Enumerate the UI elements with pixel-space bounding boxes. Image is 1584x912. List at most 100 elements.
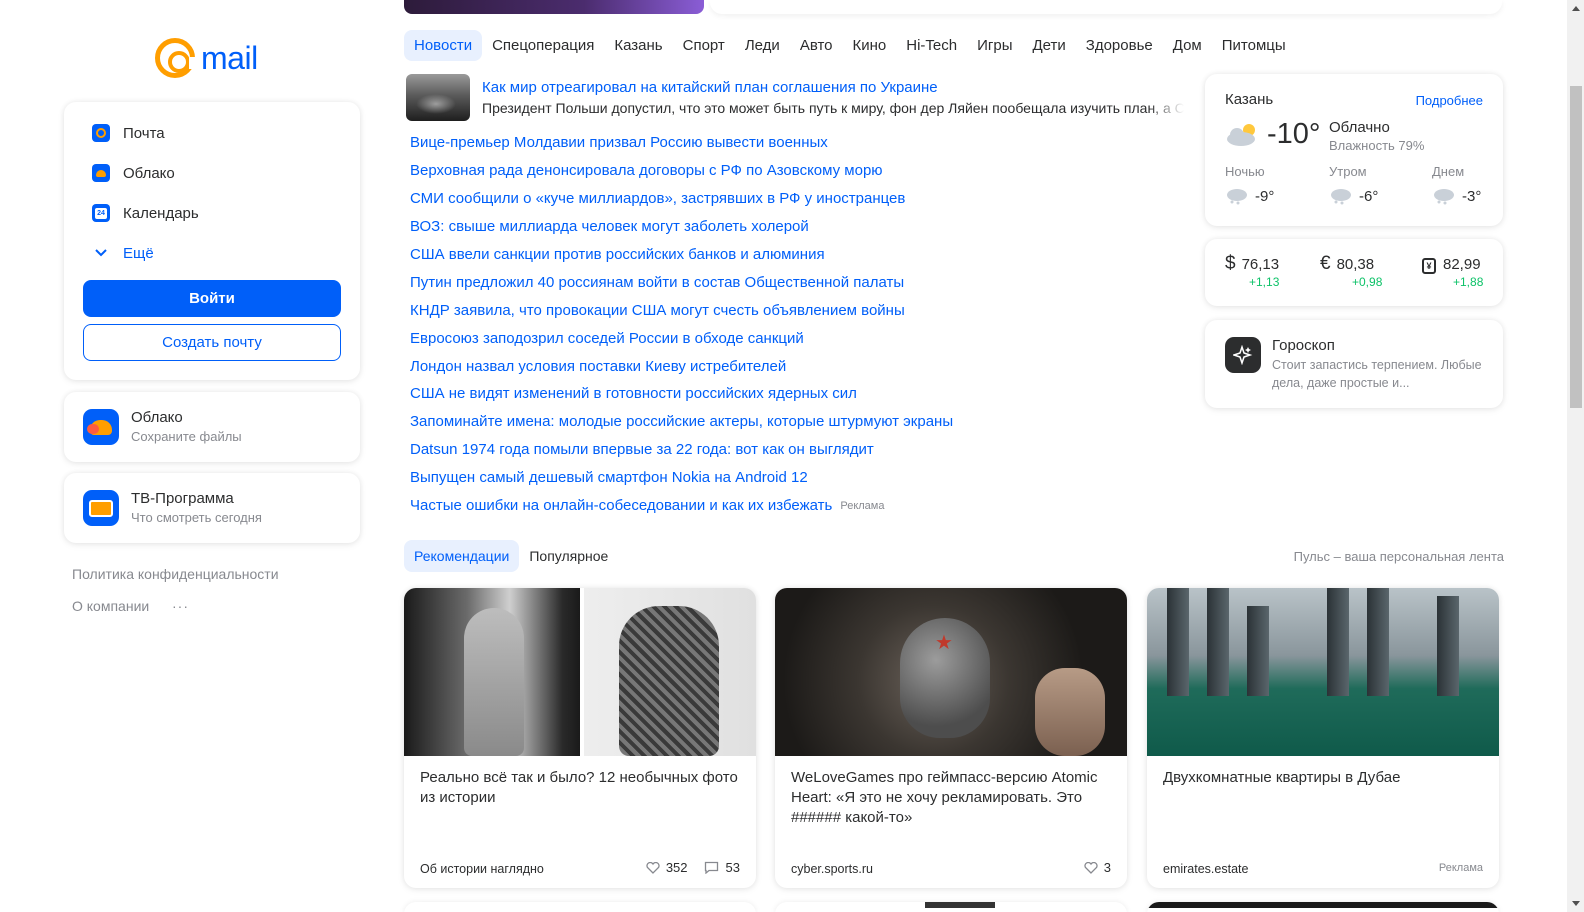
weather-night-label: Ночью [1225, 164, 1265, 179]
currency-usd-value: 76,13 [1241, 256, 1280, 273]
news-item[interactable]: ВОЗ: свыше миллиарда человек могут забол… [410, 213, 953, 241]
lead-news-title[interactable]: Как мир отреагировал на китайский план с… [482, 79, 938, 96]
tab-sport[interactable]: Спорт [673, 30, 735, 61]
feed-card-next[interactable] [775, 902, 1127, 912]
tv-icon [83, 490, 119, 526]
cloud-icon [92, 164, 110, 182]
weather-morning-label: Утром [1329, 164, 1367, 179]
currency-usd: $ 76,13 [1225, 253, 1279, 275]
tab-hitech[interactable]: Hi-Tech [896, 30, 967, 61]
news-item[interactable]: Лондон назвал условия поставки Киеву ист… [410, 352, 953, 380]
weather-temp: -10° [1267, 118, 1321, 150]
lead-news-image[interactable] [406, 74, 470, 121]
feed-tabs: Рекомендации Популярное [404, 540, 618, 572]
feed-card-source[interactable]: emirates.estate [1163, 862, 1248, 876]
service-cloud[interactable]: Облако [92, 164, 175, 182]
currency-eur-value: 80,38 [1336, 256, 1375, 273]
news-list: Вице-премьер Молдавии призвал Россию выв… [410, 129, 953, 519]
yuan-icon: ¥ [1422, 258, 1436, 274]
promo-cloud[interactable]: Облако Сохраните файлы [64, 392, 360, 462]
more-dots-icon[interactable]: ··· [172, 598, 189, 614]
heart-icon[interactable] [1084, 861, 1098, 874]
likes-count: 352 [665, 860, 688, 875]
mail-logo[interactable]: mail [155, 38, 258, 78]
currency-widget[interactable]: $ 76,13 +1,13 € 80,38 +0,98 ¥ 82,99 +1,8… [1205, 239, 1503, 306]
feed-card-next[interactable] [404, 902, 756, 912]
scrollbar-thumb[interactable] [1570, 86, 1582, 408]
feed-card-image [404, 588, 756, 756]
news-item[interactable]: Евросоюз заподозрил соседей России в обх… [410, 324, 953, 352]
feed-card[interactable]: ★ WeLoveGames про геймпасс-версию Atomic… [775, 588, 1127, 888]
weather-more-link[interactable]: Подробнее [1416, 93, 1483, 108]
weather-widget[interactable]: Казань Подробнее -10° Облачно Влажность … [1205, 74, 1503, 226]
service-more[interactable]: Ещё [92, 244, 154, 262]
news-item-ad[interactable]: Частые ошибки на онлайн-собеседовании и … [410, 492, 953, 520]
privacy-policy-link[interactable]: Политика конфиденциальности [72, 566, 279, 582]
tab-health[interactable]: Здоровье [1076, 30, 1163, 61]
pulse-link[interactable]: Пульс – ваша персональная лента [1294, 549, 1504, 564]
weather-city: Казань [1225, 91, 1274, 108]
tab-special-operation[interactable]: Спецоперация [482, 30, 604, 61]
news-item[interactable]: Выпущен самый дешевый смартфон Nokia на … [410, 464, 953, 492]
news-tabs: Новости Спецоперация Казань Спорт Леди А… [404, 30, 1296, 61]
feed-card-source[interactable]: Об истории наглядно [420, 862, 544, 876]
tab-popular[interactable]: Популярное [519, 540, 618, 572]
news-item[interactable]: США не видят изменений в готовности росс… [410, 380, 953, 408]
heart-icon[interactable] [646, 861, 660, 874]
horoscope-widget[interactable]: Гороскоп Стоит запастись терпением. Любы… [1205, 320, 1503, 408]
feed-card-title: WeLoveGames про геймпасс-версию Atomic H… [791, 769, 1098, 826]
feed-card-source[interactable]: cyber.sports.ru [791, 862, 873, 876]
sparkle-icon [1225, 337, 1261, 373]
tab-lady[interactable]: Леди [735, 30, 790, 61]
about-company-link[interactable]: О компании [72, 598, 149, 614]
currency-cny-value: 82,99 [1443, 256, 1481, 273]
service-mail[interactable]: Почта [92, 124, 165, 142]
scroll-up-arrow-icon[interactable] [1572, 6, 1580, 11]
likes-count: 3 [1103, 860, 1111, 875]
weather-morning: -6° [1329, 187, 1378, 205]
tab-kids[interactable]: Дети [1023, 30, 1076, 61]
tab-news[interactable]: Новости [404, 30, 483, 61]
service-calendar[interactable]: 24 Календарь [92, 204, 199, 222]
lead-news-subtitle[interactable]: Президент Польши допустил, что это может… [482, 100, 1184, 116]
weather-condition: Облачно [1329, 119, 1390, 136]
feed-card-ad[interactable]: Двухкомнатные квартиры в Дубае emirates.… [1147, 588, 1499, 888]
tab-home[interactable]: Дом [1163, 30, 1212, 61]
currency-eur: € 80,38 [1320, 253, 1374, 275]
news-item[interactable]: США ввели санкции против российских банк… [410, 241, 953, 269]
promo-tv[interactable]: ТВ-Программа Что смотреть сегодня [64, 473, 360, 543]
tab-kazan[interactable]: Казань [604, 30, 672, 61]
news-item[interactable]: Вице-премьер Молдавии призвал Россию выв… [410, 129, 953, 157]
weather-night: -9° [1225, 187, 1274, 205]
login-button[interactable]: Войти [83, 280, 341, 317]
news-item[interactable]: Путин предложил 40 россиянам войти в сос… [410, 268, 953, 296]
horoscope-title: Гороскоп [1272, 337, 1335, 354]
ad-news-title[interactable]: Частые ошибки на онлайн-собеседовании и … [410, 497, 832, 514]
currency-usd-delta: +1,13 [1249, 275, 1280, 289]
weather-humidity: Влажность 79% [1329, 138, 1425, 153]
services-card: Почта Облако 24 Календарь Ещё Войти Созд… [64, 102, 360, 380]
scrollbar[interactable] [1567, 0, 1584, 912]
tab-kino[interactable]: Кино [843, 30, 897, 61]
feed-card-meta: 352 53 [646, 860, 740, 875]
news-item[interactable]: Datsun 1974 года помыли впервые за 22 го… [410, 436, 953, 464]
tab-auto[interactable]: Авто [790, 30, 843, 61]
feed-card-title: Реально всё так и было? 12 необычных фот… [420, 769, 738, 806]
tab-games[interactable]: Игры [967, 30, 1022, 61]
scroll-down-arrow-icon[interactable] [1572, 901, 1580, 906]
currency-cny-delta: +1,88 [1453, 275, 1484, 289]
comments-count: 53 [725, 860, 740, 875]
feed-card[interactable]: Реально всё так и было? 12 необычных фот… [404, 588, 756, 888]
tab-recommendations[interactable]: Рекомендации [404, 540, 520, 572]
tab-pets[interactable]: Питомцы [1212, 30, 1296, 61]
news-item[interactable]: КНДР заявила, что провокации США могут с… [410, 296, 953, 324]
weather-day-temp: -3° [1462, 187, 1482, 205]
feed-card-next[interactable] [1147, 902, 1499, 912]
news-item[interactable]: Запоминайте имена: молодые российские ак… [410, 408, 953, 436]
comment-icon[interactable] [704, 861, 719, 874]
news-item[interactable]: Верховная рада денонсировала договоры с … [410, 157, 953, 185]
create-mail-button[interactable]: Создать почту [83, 324, 341, 361]
top-banner-image[interactable] [404, 0, 704, 14]
promo-tv-title: ТВ-Программа [131, 490, 234, 507]
news-item[interactable]: СМИ сообщили о «куче миллиардов», застря… [410, 185, 953, 213]
